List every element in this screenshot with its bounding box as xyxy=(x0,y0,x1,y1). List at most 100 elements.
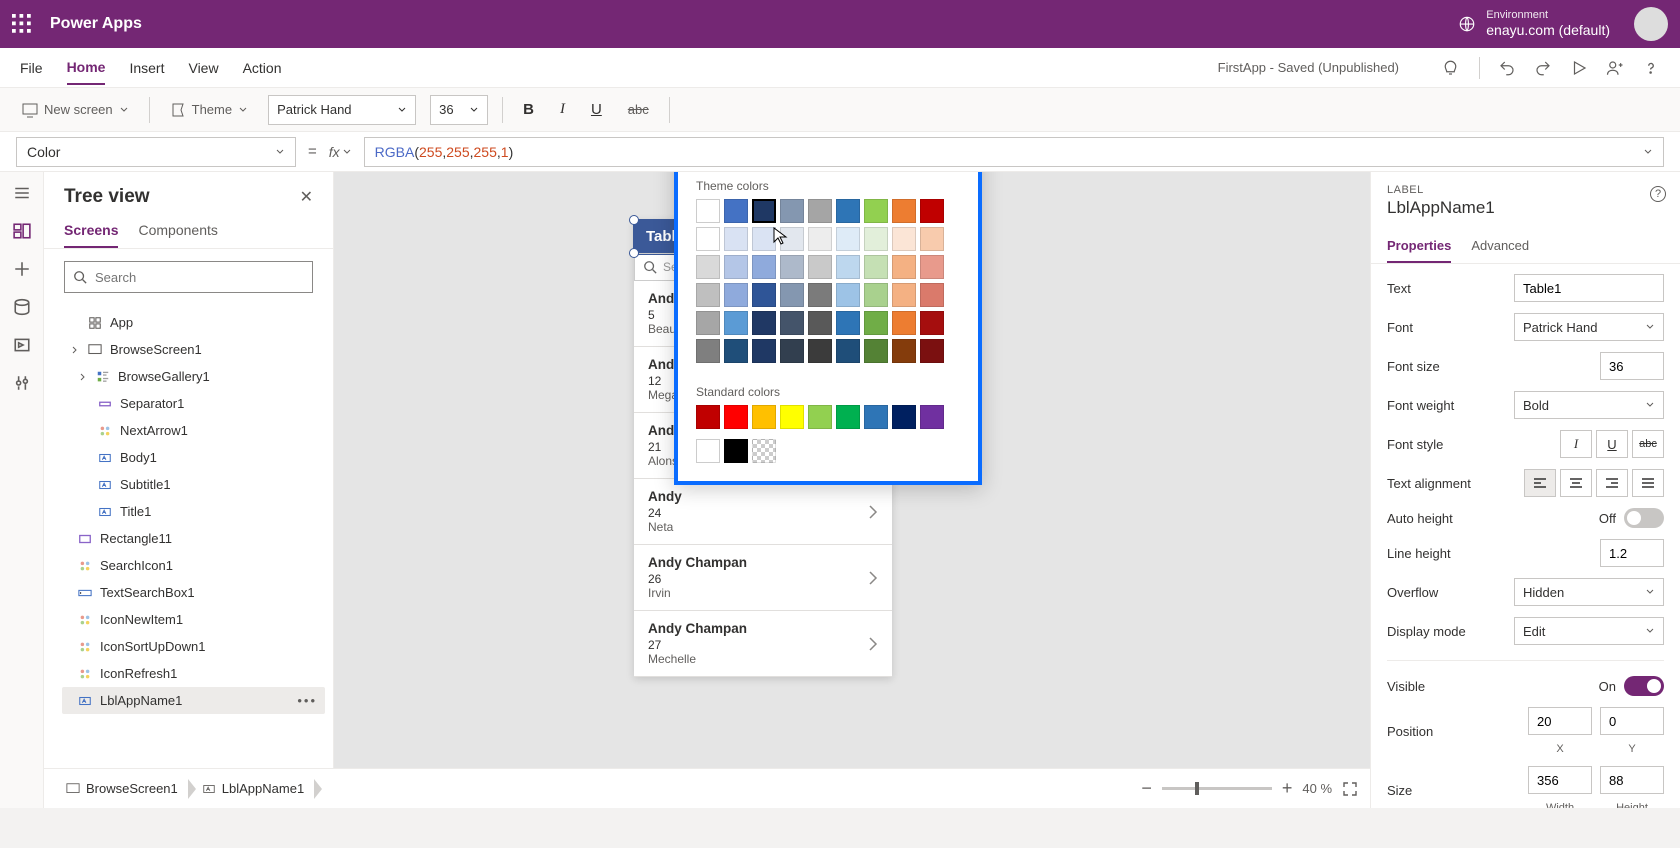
bold-button[interactable]: B xyxy=(517,101,540,118)
color-swatch[interactable] xyxy=(836,199,860,223)
color-swatch[interactable] xyxy=(808,311,832,335)
color-swatch[interactable] xyxy=(780,283,804,307)
tree-item[interactable]: NextArrow1 xyxy=(62,417,325,444)
prop-lineheight-input[interactable] xyxy=(1600,539,1664,567)
visible-toggle[interactable] xyxy=(1624,676,1664,696)
color-swatch[interactable] xyxy=(724,283,748,307)
tree-item[interactable]: IconSortUpDown1 xyxy=(62,633,325,660)
new-screen-button[interactable]: New screen xyxy=(16,98,135,122)
formula-input[interactable]: RGBA(255, 255, 255, 1) xyxy=(364,137,1664,167)
color-swatch[interactable] xyxy=(780,199,804,223)
prop-fontsize-input[interactable] xyxy=(1600,352,1664,380)
prop-height-input[interactable] xyxy=(1600,766,1664,794)
color-swatch[interactable] xyxy=(920,311,944,335)
hamburger-icon[interactable] xyxy=(13,184,31,202)
color-swatch[interactable] xyxy=(892,283,916,307)
color-swatch[interactable] xyxy=(920,405,944,429)
color-swatch[interactable] xyxy=(752,311,776,335)
color-swatch[interactable] xyxy=(836,311,860,335)
zoom-out-button[interactable]: − xyxy=(1141,778,1152,799)
waffle-icon[interactable] xyxy=(12,14,32,34)
menu-view[interactable]: View xyxy=(188,52,218,84)
color-swatch[interactable] xyxy=(696,439,720,463)
color-swatch[interactable] xyxy=(780,405,804,429)
color-swatch[interactable] xyxy=(864,199,888,223)
tree-search[interactable] xyxy=(64,261,313,293)
color-swatch[interactable] xyxy=(808,199,832,223)
color-swatch[interactable] xyxy=(724,311,748,335)
tree-view-icon[interactable] xyxy=(13,222,31,240)
tab-properties[interactable]: Properties xyxy=(1387,230,1451,263)
color-swatch[interactable] xyxy=(696,311,720,335)
close-icon[interactable]: ✕ xyxy=(300,187,313,207)
tree-item[interactable]: TextSearchBox1 xyxy=(62,579,325,606)
color-swatch[interactable] xyxy=(808,283,832,307)
gallery-item[interactable]: Andy Champan26Irvin xyxy=(634,545,892,611)
prop-overflow-select[interactable]: Hidden xyxy=(1514,578,1664,606)
strikethrough-button[interactable]: abc xyxy=(622,102,655,117)
color-swatch[interactable] xyxy=(864,255,888,279)
color-swatch[interactable] xyxy=(808,339,832,363)
breadcrumb-screen[interactable]: BrowseScreen1 xyxy=(56,777,188,800)
prop-text-input[interactable] xyxy=(1514,274,1664,302)
font-family-select[interactable]: Patrick Hand xyxy=(268,95,416,125)
color-swatch[interactable] xyxy=(920,199,944,223)
color-swatch[interactable] xyxy=(920,255,944,279)
share-icon[interactable] xyxy=(1606,59,1624,77)
redo-icon[interactable] xyxy=(1534,59,1552,77)
prop-x-input[interactable] xyxy=(1528,707,1592,735)
color-swatch[interactable] xyxy=(864,283,888,307)
color-swatch[interactable] xyxy=(920,339,944,363)
strike-toggle[interactable]: abc xyxy=(1632,430,1664,458)
color-swatch[interactable] xyxy=(752,339,776,363)
color-swatch[interactable] xyxy=(696,227,720,251)
autoheight-toggle[interactable] xyxy=(1624,508,1664,528)
color-swatch[interactable] xyxy=(752,283,776,307)
color-swatch[interactable] xyxy=(780,227,804,251)
color-swatch[interactable] xyxy=(920,283,944,307)
menu-file[interactable]: File xyxy=(20,52,43,84)
tree-item[interactable]: Subtitle1 xyxy=(62,471,325,498)
underline-toggle[interactable]: U xyxy=(1596,430,1628,458)
media-icon[interactable] xyxy=(13,336,31,354)
menu-insert[interactable]: Insert xyxy=(129,52,164,84)
tree-item[interactable]: BrowseScreen1 xyxy=(62,336,325,363)
undo-icon[interactable] xyxy=(1498,59,1516,77)
tab-screens[interactable]: Screens xyxy=(64,214,118,248)
color-swatch[interactable] xyxy=(752,439,776,463)
color-swatch[interactable] xyxy=(752,199,776,223)
property-selector[interactable]: Color xyxy=(16,137,296,167)
tab-components[interactable]: Components xyxy=(138,214,217,248)
align-right-button[interactable] xyxy=(1596,469,1628,497)
theme-button[interactable]: Theme xyxy=(164,98,254,122)
prop-y-input[interactable] xyxy=(1600,707,1664,735)
user-avatar[interactable] xyxy=(1634,7,1668,41)
align-justify-button[interactable] xyxy=(1632,469,1664,497)
color-swatch[interactable] xyxy=(780,339,804,363)
gallery-item[interactable]: Andy24Neta xyxy=(634,479,892,545)
menu-home[interactable]: Home xyxy=(67,51,106,85)
align-left-button[interactable] xyxy=(1524,469,1556,497)
color-swatch[interactable] xyxy=(864,405,888,429)
zoom-slider[interactable] xyxy=(1162,787,1272,790)
tree-item[interactable]: Rectangle11 xyxy=(62,525,325,552)
color-swatch[interactable] xyxy=(724,227,748,251)
color-swatch[interactable] xyxy=(780,311,804,335)
tree-item[interactable]: SearchIcon1 xyxy=(62,552,325,579)
tree-item[interactable]: Separator1 xyxy=(62,390,325,417)
environment-picker[interactable]: Environment enayu.com (default) xyxy=(1458,9,1610,39)
color-swatch[interactable] xyxy=(696,255,720,279)
tree-item[interactable]: App xyxy=(62,309,325,336)
info-icon[interactable]: ? xyxy=(1650,186,1666,202)
gallery-item[interactable]: Andy Champan27Mechelle xyxy=(634,611,892,677)
fx-label[interactable]: fx xyxy=(329,144,352,160)
color-swatch[interactable] xyxy=(724,255,748,279)
color-swatch[interactable] xyxy=(696,283,720,307)
color-swatch[interactable] xyxy=(836,255,860,279)
color-swatch[interactable] xyxy=(836,405,860,429)
color-swatch[interactable] xyxy=(864,227,888,251)
zoom-in-button[interactable]: + xyxy=(1282,778,1293,799)
search-input[interactable] xyxy=(95,270,304,285)
data-icon[interactable] xyxy=(13,298,31,316)
underline-button[interactable]: U xyxy=(585,101,608,118)
